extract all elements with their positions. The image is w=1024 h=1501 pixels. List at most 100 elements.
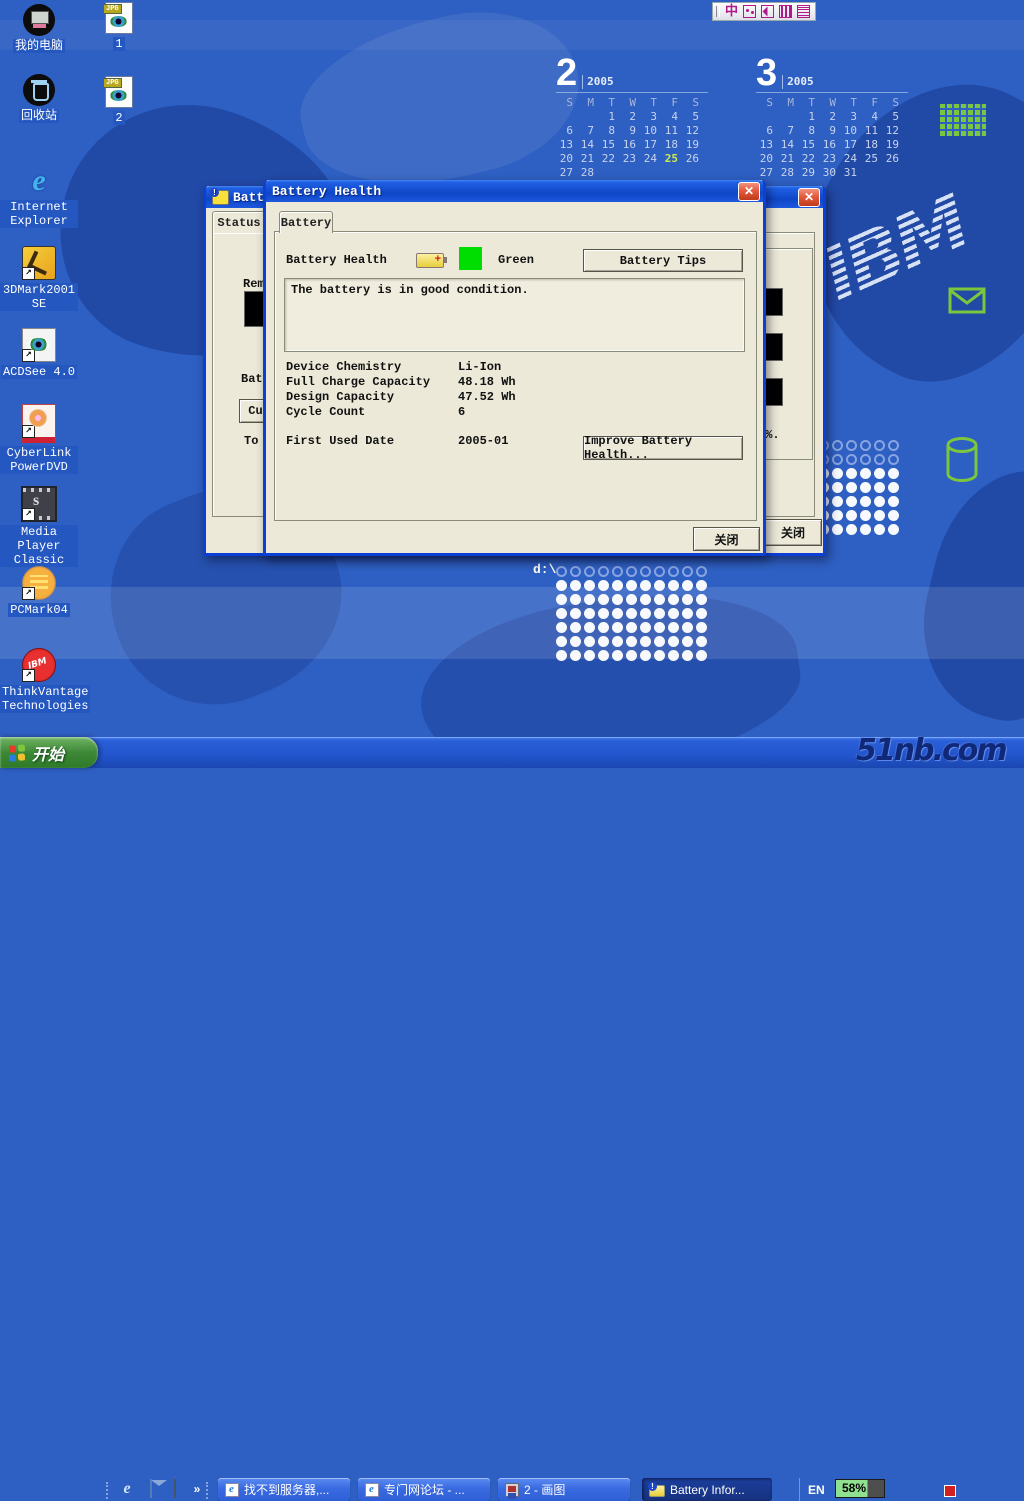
desktop-icon-internet-explorer[interactable]: e Internet Explorer [0, 165, 78, 229]
wallpaper-dot [626, 636, 637, 647]
calendar-day [882, 166, 903, 180]
taskbar-task-paint[interactable]: 2 - 画图 [498, 1478, 630, 1501]
task-label: Battery Infor... [670, 1483, 745, 1497]
desktop-icon-label: 3DMark2001 SE [0, 283, 78, 311]
show-desktop-icon [174, 1476, 176, 1498]
close-icon[interactable]: ✕ [798, 188, 820, 207]
ime-language-bar[interactable]: 中 [712, 2, 816, 21]
calendar-grid: SMTWTFS123456789101112131415161718192021… [556, 92, 708, 180]
close-icon[interactable]: ✕ [738, 182, 760, 201]
calendar-day [619, 166, 640, 180]
ime-keyboard-icon[interactable] [779, 5, 792, 18]
wallpaper-dot [832, 440, 843, 451]
wallpaper-dot [874, 496, 885, 507]
wallpaper-dot [556, 608, 567, 619]
wallpaper-dot [570, 622, 581, 633]
wallpaper-dot [626, 622, 637, 633]
shortcut-arrow-icon: ↗ [22, 508, 35, 521]
wallpaper-dot [654, 608, 665, 619]
desktop-icon-3dmark2001[interactable]: ↗ 3DMark2001 SE [0, 246, 78, 312]
calendar-day: 10 [640, 124, 661, 138]
tab-status[interactable]: Status [212, 211, 266, 233]
start-button[interactable]: 开始 [0, 737, 98, 768]
desktop-icon-label: 2 [113, 111, 124, 125]
desktop-icon-powerdvd[interactable]: ↗ CyberLink PowerDVD [0, 404, 78, 475]
close-button[interactable]: 关闭 [764, 519, 822, 546]
wallpaper-dot [626, 650, 637, 661]
tray-battery-meter[interactable]: 58% [835, 1479, 885, 1498]
wallpaper-dot [612, 622, 623, 633]
wallpaper-dot [860, 510, 871, 521]
calendar-weekday: T [598, 96, 619, 110]
ime-pen-icon[interactable] [761, 5, 774, 18]
desktop-icon-thinkvantage[interactable]: ↗ ThinkVantage Technologies [0, 648, 78, 714]
taskbar-task-battery-information[interactable]: Battery Infor... [642, 1478, 772, 1501]
ime-grip-handle[interactable] [716, 6, 720, 17]
wallpaper-dot [640, 608, 651, 619]
wallpaper-dot [598, 566, 609, 577]
desktop-icon-pcmark04[interactable]: ↗ PCMark04 [0, 566, 78, 618]
desktop-icon-acdsee[interactable]: ↗ ACDSee 4.0 [0, 328, 78, 380]
ime-chinese-indicator[interactable]: 中 [725, 4, 738, 19]
desktop-icon-jpg-1[interactable]: 1 [80, 2, 158, 52]
desktop-icon-recycle-bin[interactable]: 回收站 [0, 74, 78, 124]
calendar-february: 2 2005 SMTWTFS12345678910111213141516171… [556, 57, 708, 180]
calendar-day: 25 [861, 152, 882, 166]
ime-menu-icon[interactable] [797, 5, 810, 18]
wallpaper-dot [696, 566, 707, 577]
desktop-icon-label: 回收站 [19, 109, 59, 123]
calendar-day: 29 [798, 166, 819, 180]
battery-tips-button[interactable]: Battery Tips [583, 249, 743, 272]
shortcut-arrow-icon: ↗ [22, 587, 35, 600]
jpg-file-icon [105, 2, 133, 34]
mail-icon [150, 1479, 152, 1498]
detail-value: Li-Ion [458, 360, 501, 374]
wallpaper-dot [888, 440, 899, 451]
calendar-day: 24 [640, 152, 661, 166]
calendar-weekday: M [577, 96, 598, 110]
recycle-bin-icon [23, 74, 55, 106]
wallpaper-dot [654, 594, 665, 605]
wallpaper-dot [696, 622, 707, 633]
calendar-day: 7 [577, 124, 598, 138]
calendar-day: 27 [556, 166, 577, 180]
wallpaper-dot [570, 650, 581, 661]
wallpaper-cylinder-icon [944, 436, 980, 484]
wallpaper-dot [598, 594, 609, 605]
wallpaper-dot [696, 594, 707, 605]
wallpaper-dot [612, 636, 623, 647]
ime-punctuation-icon[interactable] [743, 5, 756, 18]
quicklaunch-more-chevron[interactable]: » [188, 1480, 206, 1498]
quicklaunch-mail-icon[interactable] [142, 1480, 160, 1498]
tray-icon-red[interactable] [944, 1485, 956, 1497]
wallpaper-dot [846, 440, 857, 451]
quicklaunch-show-desktop-icon[interactable] [166, 1480, 184, 1498]
calendar-day: 31 [840, 166, 861, 180]
battery-health-titlebar[interactable]: Battery Health ✕ [266, 180, 763, 202]
taskbar-task-forum[interactable]: 专门网论坛 - ... [358, 1478, 490, 1501]
calendar-day: 8 [798, 124, 819, 138]
wallpaper-dot [832, 510, 843, 521]
wallpaper-dot [598, 608, 609, 619]
close-button[interactable]: 关闭 [693, 527, 760, 551]
wallpaper-dot [584, 580, 595, 591]
desktop-icon-my-computer[interactable]: 我的电脑 [0, 4, 78, 54]
wallpaper-dot [682, 580, 693, 591]
quicklaunch-ie-icon[interactable]: e [118, 1480, 136, 1498]
desktop-icon-label: PCMark04 [8, 603, 70, 617]
wallpaper-dot [832, 496, 843, 507]
detail-label: Design Capacity [286, 390, 394, 404]
wallpaper-dot [846, 524, 857, 535]
tab-battery[interactable]: Battery [279, 211, 333, 233]
wallpaper-dot [654, 580, 665, 591]
wallpaper-dot [570, 580, 581, 591]
calendar-weekday: W [619, 96, 640, 110]
wallpaper-dot [640, 580, 651, 591]
wallpaper-dot [640, 566, 651, 577]
improve-battery-health-button[interactable]: Improve Battery Health... [583, 436, 743, 460]
desktop-icon-jpg-2[interactable]: 2 [80, 76, 158, 126]
taskbar-task-server-not-found[interactable]: 找不到服务器,... [218, 1478, 350, 1501]
calendar-day: 20 [556, 152, 577, 166]
desktop-icon-media-player-classic[interactable]: ↗ Media Player Classic [0, 486, 78, 568]
language-indicator[interactable]: EN [808, 1483, 825, 1497]
